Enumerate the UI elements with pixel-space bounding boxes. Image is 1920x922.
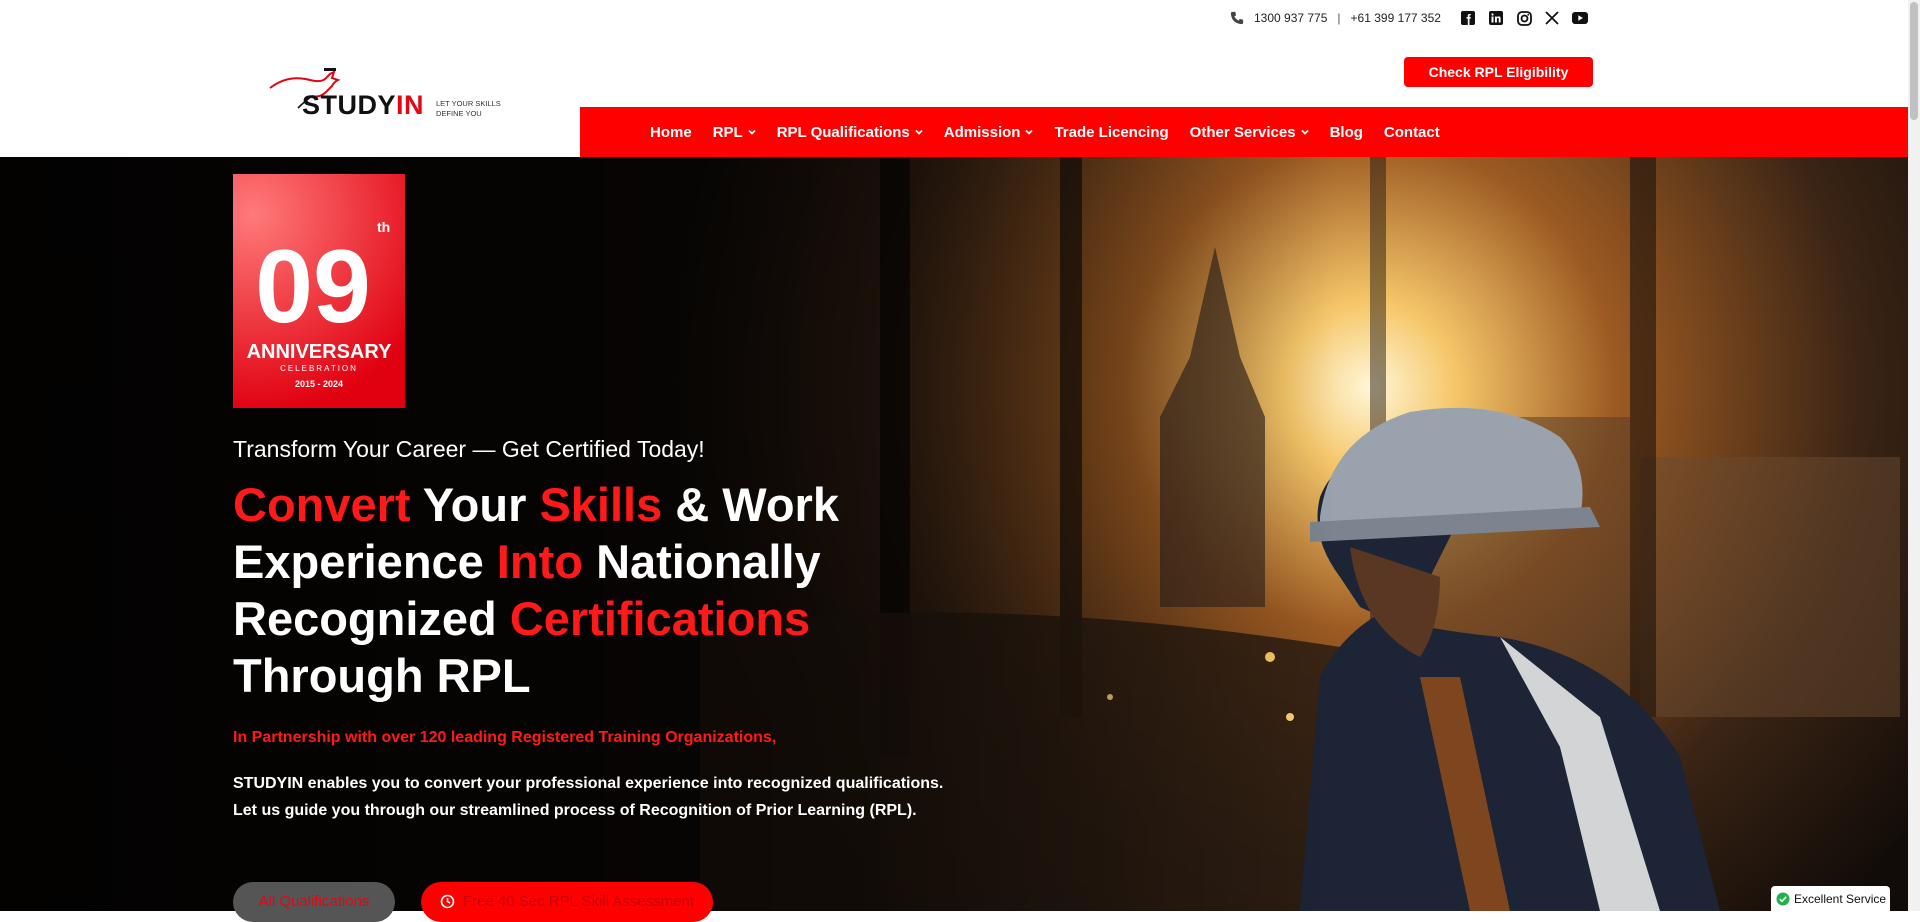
phone-number-1[interactable]: 1300 937 775 <box>1254 11 1327 25</box>
hero-subtitle: Transform Your Career — Get Certified To… <box>233 436 705 462</box>
scrollbar-thumb[interactable] <box>1910 2 1918 120</box>
hero-headline: Convert Your Skills & Work Experience In… <box>233 478 839 702</box>
x-icon[interactable] <box>1544 10 1560 26</box>
main-nav: Home RPL RPL Qualifications Admission Tr… <box>580 107 1908 157</box>
nav-other-services[interactable]: Other Services <box>1190 124 1309 141</box>
badge-title: ANNIVERSARY <box>247 341 392 363</box>
badge-subtitle: CELEBRATION <box>280 364 358 373</box>
logo-tagline: LET YOUR SKILLS DEFINE YOU <box>436 99 501 118</box>
chevron-down-icon <box>1300 129 1309 135</box>
nav-blog[interactable]: Blog <box>1330 124 1363 141</box>
nav-contact[interactable]: Contact <box>1384 124 1440 141</box>
contact-separator: | <box>1337 11 1341 25</box>
youtube-icon[interactable] <box>1572 10 1588 26</box>
nav-rpl-qualifications[interactable]: RPL Qualifications <box>777 124 923 141</box>
logo-wordmark: STUDYIN <box>302 90 425 120</box>
nav-admission[interactable]: Admission <box>944 124 1034 141</box>
linkedin-icon[interactable] <box>1488 10 1504 26</box>
all-qualifications-button[interactable]: All Qualifications <box>233 882 395 922</box>
clock-icon <box>440 894 455 909</box>
top-bar: 1300 937 775 | +61 399 177 352 <box>0 0 1908 38</box>
badge-number: 09 <box>255 229 371 345</box>
check-circle-icon <box>1776 892 1790 905</box>
chevron-down-icon <box>1025 129 1034 135</box>
facebook-icon[interactable] <box>1460 10 1476 26</box>
nav-trade-licencing[interactable]: Trade Licencing <box>1054 124 1168 141</box>
check-rpl-eligibility-button[interactable]: Check RPL Eligibility <box>1404 57 1593 87</box>
badge-years: 2015 - 2024 <box>295 379 343 389</box>
instagram-icon[interactable] <box>1516 10 1532 26</box>
phone-icon <box>1230 11 1244 25</box>
page-scrollbar[interactable] <box>1908 0 1920 911</box>
phone-number-2[interactable]: +61 399 177 352 <box>1351 11 1441 25</box>
free-skill-assessment-button[interactable]: Free 40 Sec RPL Skill Assessment <box>421 882 713 922</box>
chevron-down-icon <box>748 129 756 135</box>
nav-home[interactable]: Home <box>650 124 692 141</box>
studyin-logo[interactable]: STUDYIN LET YOUR SKILLS DEFINE YOU <box>268 68 518 128</box>
anniversary-badge: 09 th ANNIVERSARY CELEBRATION 2015 - 202… <box>233 174 405 408</box>
badge-suffix: th <box>377 219 390 235</box>
partnership-text: In Partnership with over 120 leading Reg… <box>233 729 777 746</box>
chevron-down-icon <box>915 129 923 135</box>
social-links <box>1460 10 1588 26</box>
excellent-service-badge[interactable]: Excellent Service <box>1771 886 1890 911</box>
contact-info: 1300 937 775 | +61 399 177 352 <box>1230 11 1441 25</box>
hero-description: STUDYIN enables you to convert your prof… <box>233 775 944 819</box>
nav-rpl[interactable]: RPL <box>713 124 756 141</box>
